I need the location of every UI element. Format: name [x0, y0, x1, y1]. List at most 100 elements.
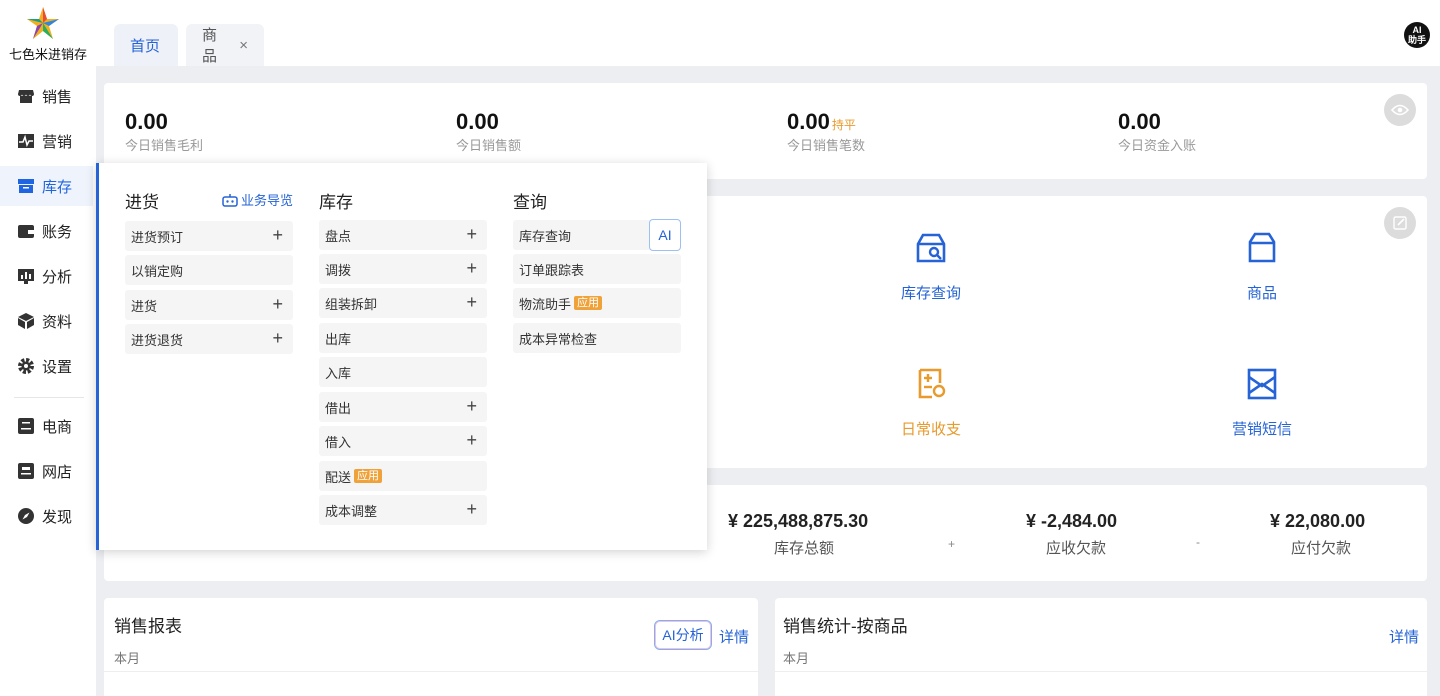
menu-item-inbound[interactable]: 入库	[319, 357, 487, 387]
menu-item-sales-based-purchase[interactable]: 以销定购	[125, 255, 293, 285]
sidebar-item-label: 账务	[42, 223, 73, 241]
sidebar-item-webshop[interactable]: 网店	[0, 451, 96, 491]
menu-item-stocktake[interactable]: 盘点 +	[319, 220, 487, 250]
menu-item-cost-anomaly[interactable]: 成本异常检查	[513, 323, 681, 353]
sidebar-item-label: 资料	[42, 313, 73, 331]
quick-daily-ledger[interactable]: 日常收支	[871, 366, 991, 439]
box-icon	[17, 177, 35, 195]
webshop-icon	[17, 462, 35, 480]
menu-item-delivery[interactable]: 配送 应用	[319, 461, 487, 491]
sidebar-item-discover[interactable]: 发现	[0, 496, 96, 536]
sales-by-goods-panel: 销售统计-按商品 本月 详情	[775, 598, 1427, 696]
menu-item-purchase-return[interactable]: 进货退货 +	[125, 324, 293, 354]
menu-item-borrow-in[interactable]: 借入 +	[319, 426, 487, 456]
add-icon[interactable]: +	[466, 499, 477, 519]
tab-goods[interactable]: 商品 ×	[186, 24, 264, 66]
sales-report-panel: 销售报表 本月 AI分析 详情	[104, 598, 758, 696]
sidebar-item-label: 设置	[42, 358, 73, 376]
add-icon[interactable]: +	[272, 225, 283, 245]
menu-item-outbound[interactable]: 出库	[319, 323, 487, 353]
panel-period: 本月	[783, 651, 810, 666]
panel-divider	[104, 671, 758, 672]
ai-assistant-button[interactable]: AI 助手	[1404, 22, 1430, 48]
panel-title: 销售统计-按商品	[783, 617, 908, 636]
stat-value: 0.00 持平	[787, 109, 856, 135]
menu-item-label: 组装拆卸	[325, 296, 378, 312]
eye-icon[interactable]	[1384, 94, 1416, 126]
menu-item-lend-out[interactable]: 借出 +	[319, 392, 487, 422]
ai-assistant-line1: AI	[1412, 25, 1422, 35]
sidebar-item-label: 营销	[42, 133, 73, 151]
stat-label: 今日销售毛利	[125, 138, 204, 153]
quick-stock-query[interactable]: 库存查询	[871, 230, 991, 303]
sidebar-item-label: 销售	[42, 88, 73, 106]
sidebar-item-label: 库存	[42, 178, 73, 196]
tab-label: 首页	[130, 37, 161, 55]
app-tag: 应用	[354, 469, 383, 483]
add-icon[interactable]: +	[466, 430, 477, 450]
money-value: ¥ 225,488,875.30	[728, 511, 869, 531]
sidebar-item-ecommerce[interactable]: 电商	[0, 406, 96, 446]
money-value: ¥ 22,080.00	[1270, 511, 1366, 531]
sidebar-item-label: 电商	[42, 418, 73, 436]
wallet-icon	[17, 222, 35, 240]
money-label: 应付欠款	[1291, 540, 1352, 557]
sidebar-item-finance[interactable]: 账务	[0, 211, 96, 251]
panel-title: 销售报表	[114, 617, 182, 636]
sidebar-item-settings[interactable]: 设置	[0, 346, 96, 386]
panel-divider	[775, 671, 1427, 672]
menu-item-label: 配送	[325, 469, 352, 485]
ai-query-button[interactable]: AI	[649, 219, 681, 251]
menu-item-purchase-order[interactable]: 进货预订 +	[125, 221, 293, 251]
add-icon[interactable]: +	[466, 258, 477, 278]
detail-link[interactable]: 详情	[719, 626, 749, 647]
quick-sms[interactable]: 营销短信	[1202, 366, 1322, 439]
sidebar-item-sales[interactable]: 销售	[0, 76, 96, 116]
add-icon[interactable]: +	[272, 328, 283, 348]
menu-item-cost-adjust[interactable]: 成本调整 +	[319, 495, 487, 525]
menu-item-transfer[interactable]: 调拨 +	[319, 254, 487, 284]
sidebar-item-stock[interactable]: 库存	[0, 166, 96, 206]
add-icon[interactable]: +	[466, 292, 477, 312]
menu-column-title: 查询	[513, 193, 547, 212]
menu-item-label: 成本异常检查	[519, 331, 598, 347]
business-guide-link[interactable]: 业务导览	[221, 190, 293, 209]
add-icon[interactable]: +	[466, 396, 477, 416]
edit-icon[interactable]	[1384, 207, 1416, 239]
menu-item-label: 出库	[325, 331, 352, 347]
tab-label: 商品	[202, 27, 218, 65]
menu-item-label: 盘点	[325, 228, 352, 244]
add-icon[interactable]: +	[272, 294, 283, 314]
menu-item-label: 物流助手	[519, 296, 572, 312]
money-operator: +	[948, 537, 956, 551]
money-label: 应收欠款	[1046, 540, 1107, 557]
menu-item-label: 订单跟踪表	[519, 262, 585, 278]
ai-analysis-button[interactable]: AI分析	[654, 620, 712, 650]
robot-icon	[222, 193, 238, 207]
sidebar-item-label: 网店	[42, 463, 73, 481]
detail-link[interactable]: 详情	[1389, 626, 1419, 647]
menu-item-purchase[interactable]: 进货 +	[125, 290, 293, 320]
sidebar-item-data[interactable]: 资料	[0, 301, 96, 341]
panel-period: 本月	[114, 651, 141, 666]
sidebar-item-label: 发现	[42, 508, 73, 526]
sidebar-item-analysis[interactable]: 分析	[0, 256, 96, 296]
add-icon[interactable]: +	[466, 224, 477, 244]
quick-action-label: 营销短信	[1231, 421, 1292, 438]
brand-name: 七色米进销存	[8, 47, 87, 62]
tab-home[interactable]: 首页	[114, 24, 178, 66]
menu-item-label: 调拨	[325, 262, 352, 278]
menu-item-label: 以销定购	[131, 263, 184, 279]
sidebar-item-label: 分析	[42, 268, 73, 286]
menu-item-logistics[interactable]: 物流助手 应用	[513, 288, 681, 318]
menu-item-label: 入库	[325, 365, 352, 381]
menu-item-assembly[interactable]: 组装拆卸 +	[319, 288, 487, 318]
menu-item-order-tracking[interactable]: 订单跟踪表	[513, 254, 681, 284]
sidebar-item-marketing[interactable]: 营销	[0, 121, 96, 161]
stat-value: 0.00	[1118, 109, 1161, 134]
menu-item-stock-query[interactable]: 库存查询 AI	[513, 219, 681, 251]
ecommerce-icon	[17, 417, 35, 435]
menu-item-label: 库存查询	[519, 228, 572, 244]
quick-goods[interactable]: 商品	[1202, 230, 1322, 303]
close-icon[interactable]: ×	[239, 37, 248, 54]
